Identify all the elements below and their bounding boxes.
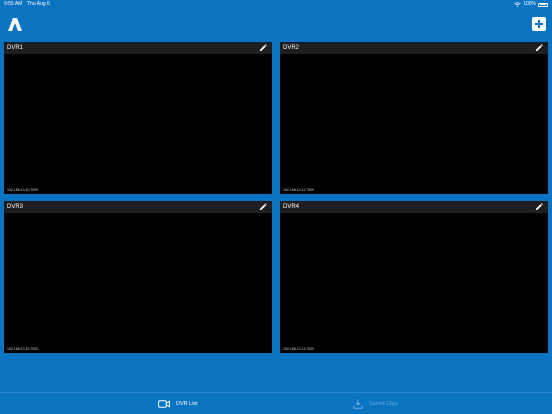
dvr-tile-header: DVR2 <box>280 42 548 54</box>
status-time: 9:55 AM <box>4 1 23 7</box>
dvr-tile-header: DVR4 <box>280 201 548 213</box>
dvr-tile-4[interactable]: DVR4 192.168.10.13:7000 <box>280 201 548 353</box>
video-camera-icon <box>158 400 170 408</box>
dvr-ip: 192.168.10.11:7000 <box>283 188 314 192</box>
tab-saved-clips[interactable]: Saved Clips <box>353 393 398 414</box>
dvr-title: DVR1 <box>7 45 24 51</box>
tab-dvr-list[interactable]: DVR List <box>158 393 198 414</box>
app-logo-icon <box>8 18 22 31</box>
battery-percent: 100% <box>523 1 536 7</box>
pencil-icon[interactable] <box>259 44 267 52</box>
dvr-ip: 192.168.10.12:7000 <box>7 347 39 351</box>
dvr-tile-3[interactable]: DVR3 192.168.10.12:7000 <box>4 201 272 353</box>
dvr-tile-2[interactable]: DVR2 192.168.10.11:7000 <box>280 42 548 194</box>
pencil-icon[interactable] <box>259 203 267 211</box>
wifi-icon <box>514 2 521 7</box>
download-icon <box>353 399 363 409</box>
dvr-title: DVR3 <box>7 204 24 210</box>
pencil-icon[interactable] <box>535 44 543 52</box>
dvr-tile-header: DVR1 <box>4 42 272 54</box>
tab-bar: DVR List Saved Clips <box>0 392 552 414</box>
dvr-tile-1[interactable]: DVR1 192.168.10.10:7000 <box>4 42 272 194</box>
dvr-tile-header: DVR3 <box>4 201 272 213</box>
dvr-ip: 192.168.10.10:7000 <box>7 188 39 192</box>
status-date: Thu Aug 6 <box>27 1 50 7</box>
app-root: 9:55 AM Thu Aug 6 100% DVR1 192.168.10.1… <box>0 0 552 414</box>
status-right: 100% <box>514 0 548 9</box>
add-dvr-button[interactable] <box>532 17 546 31</box>
tab-saved-clips-label: Saved Clips <box>369 401 399 407</box>
dvr-title: DVR4 <box>283 204 300 210</box>
dvr-ip: 192.168.10.13:7000 <box>283 347 315 351</box>
dvr-title: DVR2 <box>283 45 300 51</box>
tab-dvr-list-label: DVR List <box>176 401 198 407</box>
status-bar: 9:55 AM Thu Aug 6 100% <box>0 0 552 9</box>
pencil-icon[interactable] <box>535 203 543 211</box>
battery-icon <box>538 2 548 7</box>
